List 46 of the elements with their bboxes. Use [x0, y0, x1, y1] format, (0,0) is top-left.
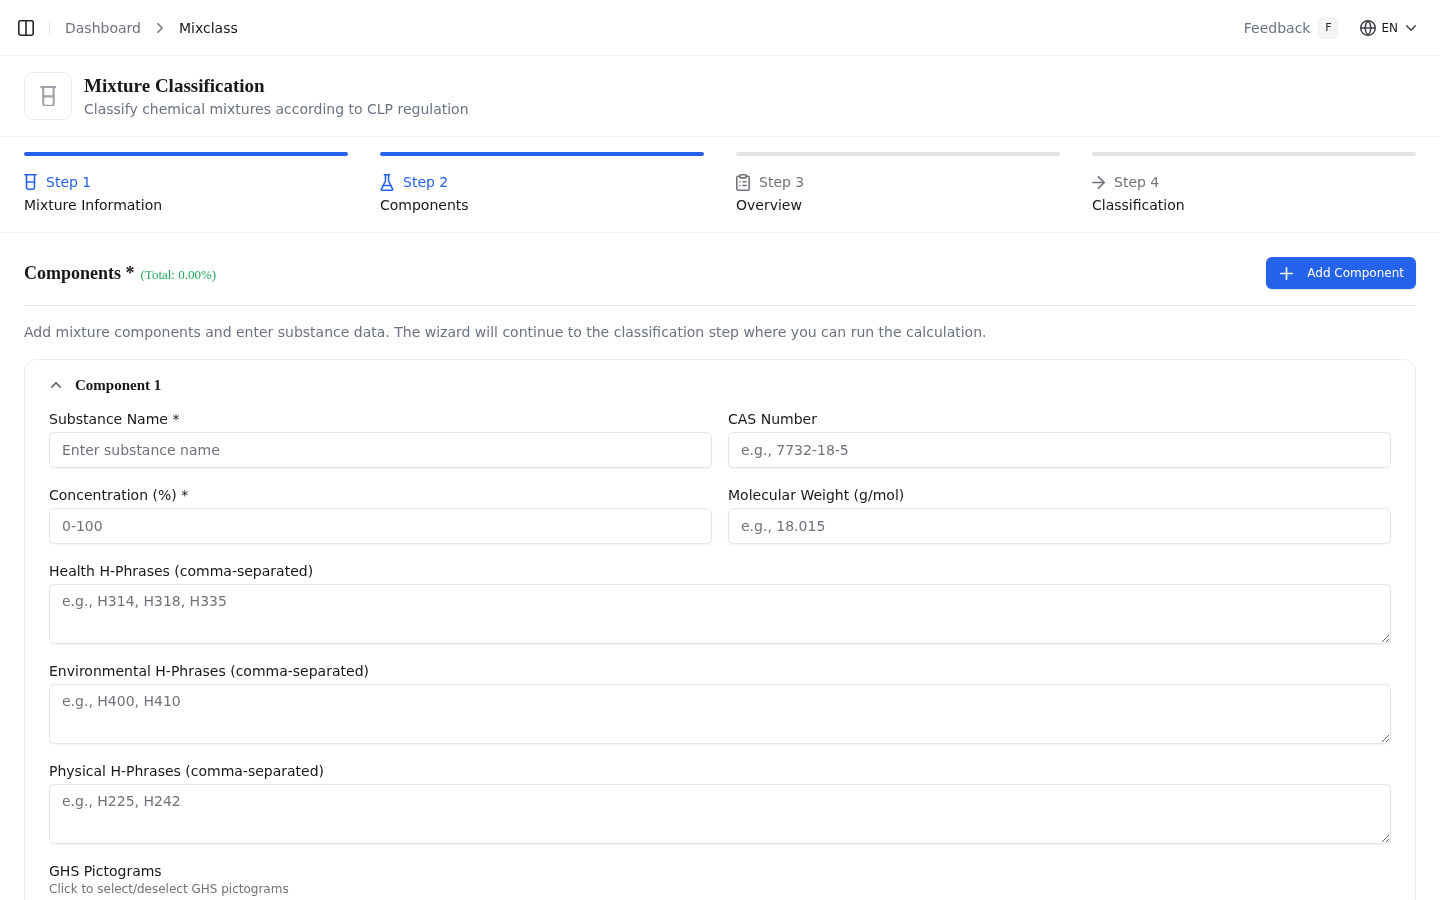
plus-icon: [1280, 266, 1294, 280]
section-description: Add mixture components and enter substance data. The wizard will continue to the classification step where you can run the calculation.: [24, 323, 988, 342]
arrow-right-icon: [1092, 175, 1105, 189]
page-subtitle: Classify chemical mixtures according to CLP regulation: [84, 99, 469, 119]
field-label: Environmental H-Phrases (comma-separated): [49, 662, 370, 681]
field-label: Physical H-Phrases (comma-separated): [49, 762, 326, 781]
textarea-field[interactable]: e.g., H225, H242: [49, 784, 1391, 844]
field-label: Molecular Weight (g/mol): [728, 486, 906, 505]
field-label: Concentration (%) *: [49, 486, 190, 505]
input-field[interactable]: e.g., 7732-18-5: [728, 432, 1391, 468]
input-field[interactable]: e.g., 18.015: [728, 508, 1391, 544]
component-toggle[interactable]: Component 1: [49, 376, 162, 394]
flask-icon: [380, 173, 394, 191]
shortcut-key: F: [1318, 16, 1339, 39]
field-hint: Click to select/deselect GHS pictograms: [49, 881, 290, 897]
cup-icon: [24, 72, 72, 120]
add-component-button[interactable]: Add Component: [1266, 257, 1416, 289]
feedback-button[interactable]: Feedback F: [1243, 16, 1339, 39]
step-number: Step 2: [403, 174, 449, 190]
input-field[interactable]: Enter substance name: [49, 432, 712, 468]
chevron-down-icon: [1406, 24, 1416, 31]
section-title: Components *: [24, 262, 135, 284]
step-title: Overview: [736, 196, 803, 215]
field-label: Substance Name *: [49, 410, 181, 429]
globe-icon: [1360, 19, 1377, 36]
input-field[interactable]: 0-100: [49, 508, 712, 544]
field-label: GHS Pictograms: [49, 862, 163, 881]
total-percentage: (Total: 0.00%): [140, 266, 217, 283]
step-number: Step 3: [759, 174, 805, 190]
step-number: Step 1: [46, 174, 92, 190]
breadcrumb-current: Mixclass: [178, 19, 238, 36]
field-label: CAS Number: [728, 410, 818, 429]
cup-icon: [24, 174, 37, 190]
field-label: Health H-Phrases (comma-separated): [49, 562, 315, 581]
step-title: Classification: [1092, 196, 1186, 215]
clipboard-list-icon: [736, 173, 750, 191]
step-number: Step 4: [1114, 174, 1160, 190]
step-title: Components: [380, 196, 470, 215]
sidebar-toggle-icon[interactable]: [18, 19, 34, 36]
breadcrumb-link[interactable]: Dashboard: [65, 19, 141, 36]
step-title: Mixture Information: [24, 196, 164, 215]
chevron-right-icon: [156, 22, 163, 33]
textarea-field[interactable]: e.g., H400, H410: [49, 684, 1391, 744]
language-selector[interactable]: EN: [1360, 19, 1416, 36]
page-title: Mixture Classification: [84, 73, 266, 98]
textarea-field[interactable]: e.g., H314, H318, H335: [49, 584, 1391, 644]
